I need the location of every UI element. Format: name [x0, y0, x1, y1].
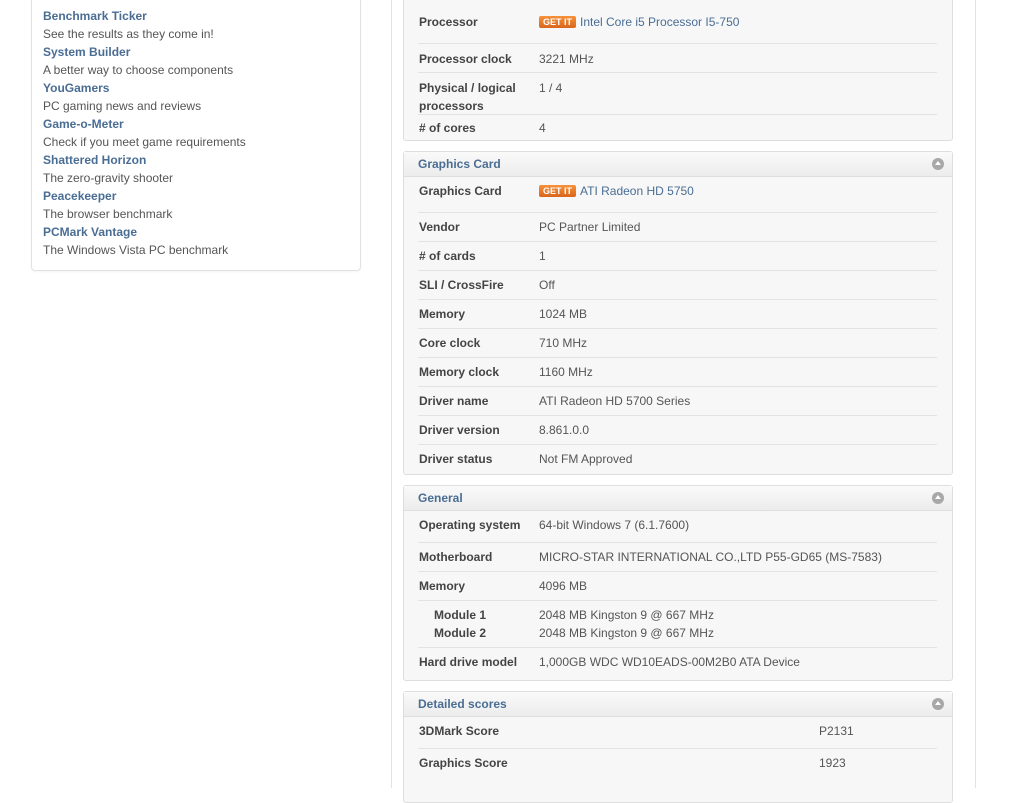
detail-row: Processor GET IT Intel Core i5 Processor …: [418, 7, 937, 43]
panel-header: Detailed scores: [404, 692, 952, 717]
sidebar-desc: See the results as they come in!: [43, 27, 214, 41]
sidebar-link-benchmark-ticker[interactable]: Benchmark Ticker: [43, 9, 147, 23]
collapse-arrow-icon[interactable]: [932, 698, 944, 710]
detail-row: Core clock 710 MHz: [418, 328, 937, 358]
row-label: # of cores: [419, 121, 476, 135]
row-label: Driver name: [419, 394, 489, 408]
row-label: Hard drive model: [419, 655, 518, 669]
detail-row: Motherboard MICRO-STAR INTERNATIONAL CO.…: [418, 542, 937, 572]
detail-row: Memory 4096 MB: [418, 571, 937, 601]
row-value: MICRO-STAR INTERNATIONAL CO.,LTD P55-GD6…: [539, 550, 882, 564]
row-label: SLI / CrossFire: [419, 278, 504, 292]
graphics-card-link[interactable]: ATI Radeon HD 5750: [580, 184, 694, 198]
row-value: 1923: [819, 756, 846, 770]
detail-row: Graphics Card GET IT ATI Radeon HD 5750: [418, 182, 937, 212]
row-value: 8.861.0.0: [539, 423, 590, 437]
detail-row: Vendor PC Partner Limited: [418, 212, 937, 242]
row-value: GET IT ATI Radeon HD 5750: [539, 182, 694, 200]
detail-row: Graphics Score 1923: [418, 748, 937, 778]
collapse-arrow-icon[interactable]: [932, 158, 944, 170]
row-label: Core clock: [419, 336, 481, 350]
row-value: 3221 MHz: [539, 52, 594, 66]
graphics-card-panel: Graphics Card Graphics Card GET IT ATI Ra…: [403, 151, 953, 475]
detail-row: 3DMark Score P2131: [418, 722, 937, 748]
row-value: 4: [539, 121, 546, 135]
row-label: Motherboard: [419, 550, 493, 564]
detailed-scores-panel: Detailed scores 3DMark Score P2131 Graph…: [403, 691, 953, 803]
sidebar-desc: PC gaming news and reviews: [43, 99, 202, 113]
row-label: Memory clock: [419, 365, 500, 379]
detail-row: Driver version 8.861.0.0: [418, 415, 937, 445]
panel-title: Graphics Card: [418, 157, 501, 171]
get-it-button[interactable]: GET IT: [539, 185, 576, 197]
sidebar-link-game-o-meter[interactable]: Game-o-Meter: [43, 117, 124, 131]
row-value: Not FM Approved: [539, 452, 633, 466]
row-value: 4096 MB: [539, 579, 588, 593]
row-label: Module 1: [434, 608, 487, 622]
row-value: 2048 MB Kingston 9 @ 667 MHz: [539, 626, 714, 640]
sidebar-desc: The browser benchmark: [43, 207, 173, 221]
detail-row: Memory clock 1160 MHz: [418, 357, 937, 387]
row-label: Physical / logical: [419, 81, 516, 95]
panel-header: Graphics Card: [404, 152, 952, 177]
panel-header: General: [404, 486, 952, 511]
row-value: 64-bit Windows 7 (6.1.7600): [539, 518, 690, 532]
row-value: P2131: [819, 724, 854, 738]
sidebar-desc: A better way to choose components: [43, 63, 234, 77]
row-label: Operating system: [419, 518, 521, 532]
collapse-arrow-icon[interactable]: [932, 492, 944, 504]
row-value: ATI Radeon HD 5700 Series: [539, 394, 691, 408]
detail-row: Operating system 64-bit Windows 7 (6.1.7…: [418, 516, 937, 542]
detail-row: Physical / logical processors 1 / 4: [418, 72, 937, 115]
sidebar-desc: Check if you meet game requirements: [43, 135, 246, 149]
row-label: Vendor: [419, 220, 460, 234]
panel-title: Detailed scores: [418, 697, 507, 711]
row-value: 710 MHz: [539, 336, 588, 350]
detail-row: Processor clock 3221 MHz: [418, 43, 937, 73]
row-label: Driver status: [419, 452, 493, 466]
row-label: Memory: [419, 307, 466, 321]
row-value: 1 / 4: [539, 81, 563, 95]
sidebar-desc: The zero-gravity shooter: [43, 171, 174, 185]
row-label: Driver version: [419, 423, 500, 437]
detail-row: Memory 1024 MB: [418, 299, 937, 329]
row-value: Off: [539, 278, 555, 292]
row-value: 1: [539, 249, 546, 263]
sidebar-link-yougamers[interactable]: YouGamers: [43, 81, 109, 95]
get-it-button[interactable]: GET IT: [539, 16, 576, 28]
detail-row: Hard drive model 1,000GB WDC WD10EADS-00…: [418, 647, 937, 678]
detail-row: Driver name ATI Radeon HD 5700 Series: [418, 386, 937, 416]
row-label: Graphics Card: [419, 184, 502, 198]
row-value: 1160 MHz: [539, 365, 593, 379]
row-value: PC Partner Limited: [539, 220, 641, 234]
row-value: 1,000GB WDC WD10EADS-00M2B0 ATA Device: [539, 655, 800, 669]
row-label: # of cards: [419, 249, 476, 263]
related-links-box: Benchmark Ticker See the results as they…: [31, 0, 361, 271]
row-label: Processor clock: [419, 52, 512, 66]
sidebar-desc: The Windows Vista PC benchmark: [43, 243, 229, 257]
detail-row: SLI / CrossFire Off: [418, 270, 937, 300]
row-value: 2048 MB Kingston 9 @ 667 MHz: [539, 608, 714, 622]
detail-row: # of cores 4: [418, 114, 937, 141]
row-label: Processor: [419, 15, 478, 29]
row-label-line2: processors: [419, 99, 484, 113]
row-label: Graphics Score: [419, 756, 508, 770]
row-label: 3DMark Score: [419, 724, 500, 738]
sidebar-link-peacekeeper[interactable]: Peacekeeper: [43, 189, 116, 203]
sidebar-link-system-builder[interactable]: System Builder: [43, 45, 130, 59]
row-label: Module 2: [434, 626, 487, 640]
detail-row: # of cards 1: [418, 241, 937, 271]
sidebar-link-shattered-horizon[interactable]: Shattered Horizon: [43, 153, 146, 167]
general-panel: General Operating system 64-bit Windows …: [403, 485, 953, 681]
detail-row: Driver status Not FM Approved: [418, 444, 937, 474]
row-label: Memory: [419, 579, 466, 593]
row-value: GET IT Intel Core i5 Processor I5-750: [539, 13, 739, 31]
row-value: 1024 MB: [539, 307, 588, 321]
result-details-column: Processor GET IT Intel Core i5 Processor …: [391, 0, 976, 803]
panel-title: General: [418, 491, 463, 505]
sidebar-link-pcmark-vantage[interactable]: PCMark Vantage: [43, 225, 137, 239]
detail-row: Module 1 2048 MB Kingston 9 @ 667 MHz Mo…: [418, 600, 937, 648]
processor-panel: Processor GET IT Intel Core i5 Processor …: [403, 0, 953, 141]
processor-link[interactable]: Intel Core i5 Processor I5-750: [580, 15, 739, 29]
